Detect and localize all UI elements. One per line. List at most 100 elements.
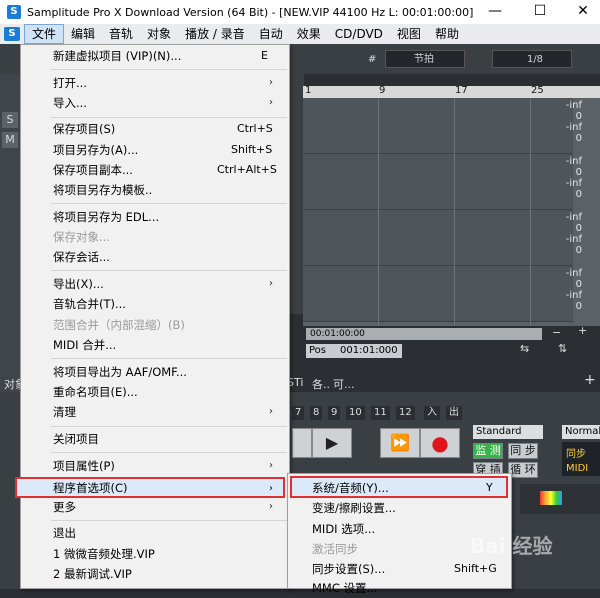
track-number[interactable]: 8 <box>310 406 323 420</box>
menu-item-save-copy[interactable]: 保存项目副本... Ctrl+Alt+S <box>21 160 289 180</box>
snap-select[interactable]: # 节拍 <box>368 50 465 68</box>
menu-item-save-edl[interactable]: 将项目另存为 EDL... <box>21 207 289 227</box>
menu-edit[interactable]: 编辑 <box>64 24 102 44</box>
menu-item-exit[interactable]: 退出 <box>21 523 289 543</box>
chevron-right-icon: › <box>269 460 273 471</box>
meter-value: -inf <box>565 290 582 301</box>
zoom-in-icon[interactable]: + <box>578 324 587 337</box>
close-button[interactable]: ✕ <box>568 0 598 24</box>
time-display[interactable]: 00:01:00:00 <box>306 328 542 340</box>
chevron-right-icon: › <box>269 77 273 88</box>
menu-help[interactable]: 帮助 <box>428 24 466 44</box>
grid-line <box>378 98 379 326</box>
exit-button[interactable]: 出 <box>446 406 462 420</box>
menu-item-open[interactable]: 打开... › <box>21 73 289 93</box>
menu-file[interactable]: 文件 <box>24 24 65 44</box>
track-number[interactable]: 7 <box>292 406 305 420</box>
menu-cddvd[interactable]: CD/DVD <box>328 24 390 44</box>
menu-playback[interactable]: 播放 / 录音 <box>178 24 252 44</box>
monitor-button[interactable]: 监 测 <box>473 443 503 459</box>
menu-item-cleanup[interactable]: 清理 › <box>21 402 289 422</box>
menu-item-export-aaf[interactable]: 将项目导出为 AAF/OMF... <box>21 362 289 382</box>
add-icon[interactable]: + <box>584 372 596 388</box>
loop-button[interactable]: 循 环 <box>508 462 538 478</box>
app-menu-icon[interactable]: S <box>4 27 20 41</box>
mute-button[interactable]: M <box>2 132 18 148</box>
fast-forward-button[interactable]: ⏩ <box>380 428 420 458</box>
meter-value: 0 <box>575 167 582 178</box>
maximize-button[interactable]: ☐ <box>525 0 555 24</box>
quantize-select[interactable]: 1/8 <box>492 50 572 68</box>
enter-button[interactable]: 入 <box>424 406 440 420</box>
menu-item-more[interactable]: 更多 › <box>21 497 289 517</box>
track-lane[interactable] <box>303 210 573 266</box>
meter-value: -inf <box>565 268 582 279</box>
sync-status: 同步 MIDI <box>562 442 600 476</box>
ruler-tick: 17 <box>455 85 468 96</box>
menu-item-save-project[interactable]: 保存项目(S) Ctrl+S <box>21 119 289 139</box>
track-number[interactable]: 9 <box>328 406 341 420</box>
pos-value: 001:01:000 <box>340 345 398 356</box>
menu-track[interactable]: 音轨 <box>102 24 140 44</box>
menu-item-project-properties[interactable]: 项目属性(P) › <box>21 456 289 476</box>
menu-separator <box>51 203 287 204</box>
sound-tab[interactable]: 各.. <box>312 376 330 392</box>
pos-label: Pos <box>309 345 327 356</box>
play-button[interactable]: ▶ <box>312 428 352 458</box>
menu-item-rename-project[interactable]: 重命名项目(E)... <box>21 382 289 402</box>
menu-item-save-object: 保存对象... <box>53 230 110 244</box>
menu-effects[interactable]: 效果 <box>290 24 328 44</box>
menu-item-scrub-settings[interactable]: 变速/擦刷设置... <box>288 498 511 518</box>
meter-value: 0 <box>575 223 582 234</box>
menu-automation[interactable]: 自动 <box>252 24 290 44</box>
zoom-horizontal-icon[interactable]: ⇆ <box>520 342 529 355</box>
rewind-button[interactable] <box>292 428 312 458</box>
menu-item-export[interactable]: 导出(X)... › <box>21 274 289 294</box>
zoom-vertical-icon[interactable]: ⇅ <box>558 342 567 355</box>
menu-item-mmc-settings[interactable]: MMC 设置... <box>288 578 511 598</box>
menu-bar: S 文件 编辑 音轨 对象 播放 / 录音 自动 效果 CD/DVD 视图 帮助 <box>0 24 600 44</box>
menu-item-preferences[interactable]: 程序首选项(C) › <box>15 477 285 498</box>
ruler-tick: 25 <box>531 85 544 96</box>
menu-separator <box>51 520 287 521</box>
track-number[interactable]: 11 <box>371 406 390 420</box>
menu-object[interactable]: 对象 <box>140 24 178 44</box>
meter-value: -inf <box>565 212 582 223</box>
menu-item-system-audio[interactable]: 系统/音频(Y)... Y <box>290 476 508 498</box>
menu-item-sync-settings[interactable]: 同步设置(S)... Shift+G <box>288 559 511 579</box>
sync-status-label: 同步 <box>566 449 586 460</box>
time-ruler[interactable]: 1 9 17 25 <box>303 85 600 98</box>
menu-item-range-bounce: 范围合并（内部混缩）(B) <box>53 318 185 332</box>
grid-line <box>530 98 531 326</box>
track-number[interactable]: 12 <box>396 406 415 420</box>
position-display[interactable]: Pos 001:01:000 <box>306 344 402 358</box>
menu-item-import[interactable]: 导入... › <box>21 93 289 113</box>
midi-status-label: MIDI <box>566 463 589 474</box>
solo-button[interactable]: S <box>2 112 18 128</box>
menu-item-save-session[interactable]: 保存会话... <box>21 247 289 267</box>
zoom-out-icon[interactable]: − <box>552 326 561 339</box>
menu-item-track-bounce[interactable]: 音轨合并(T)... <box>21 294 289 314</box>
track-lane[interactable] <box>303 154 573 210</box>
menu-item-recent-2[interactable]: 2 最新调试.VIP <box>21 564 289 584</box>
menu-item-close-project[interactable]: 关闭项目 <box>21 429 289 449</box>
standard-select[interactable]: Standard <box>473 425 543 439</box>
menu-item-save-as[interactable]: 项目另存为(A)... Shift+S <box>21 140 289 160</box>
file-menu: 新建虚拟项目 (VIP)(N)... E 打开... › 导入... › 保存项目(S… <box>15 44 290 589</box>
minimize-button[interactable]: — <box>480 0 510 24</box>
menu-item-recent-1[interactable]: 1 微微音频处理.VIP <box>21 544 289 564</box>
track-divider <box>288 74 304 314</box>
menu-item-new-vip[interactable]: 新建虚拟项目 (VIP)(N)... E <box>21 46 289 66</box>
menu-view[interactable]: 视图 <box>390 24 428 44</box>
track-number[interactable]: 10 <box>346 406 365 420</box>
meter-value: 0 <box>575 245 582 256</box>
normal-select[interactable]: Normal <box>562 425 600 439</box>
track-lane[interactable] <box>303 266 573 322</box>
menu-item-save-template[interactable]: 将项目另存为模板.. <box>21 180 289 200</box>
menu-item-midi-merge[interactable]: MIDI 合并... <box>21 335 289 355</box>
can-tab[interactable]: 可... <box>333 376 355 392</box>
record-button[interactable]: ● <box>420 428 460 458</box>
spectrum-icon[interactable] <box>540 491 562 505</box>
sync-button[interactable]: 同 步 <box>508 443 538 459</box>
track-lane[interactable] <box>303 98 573 154</box>
